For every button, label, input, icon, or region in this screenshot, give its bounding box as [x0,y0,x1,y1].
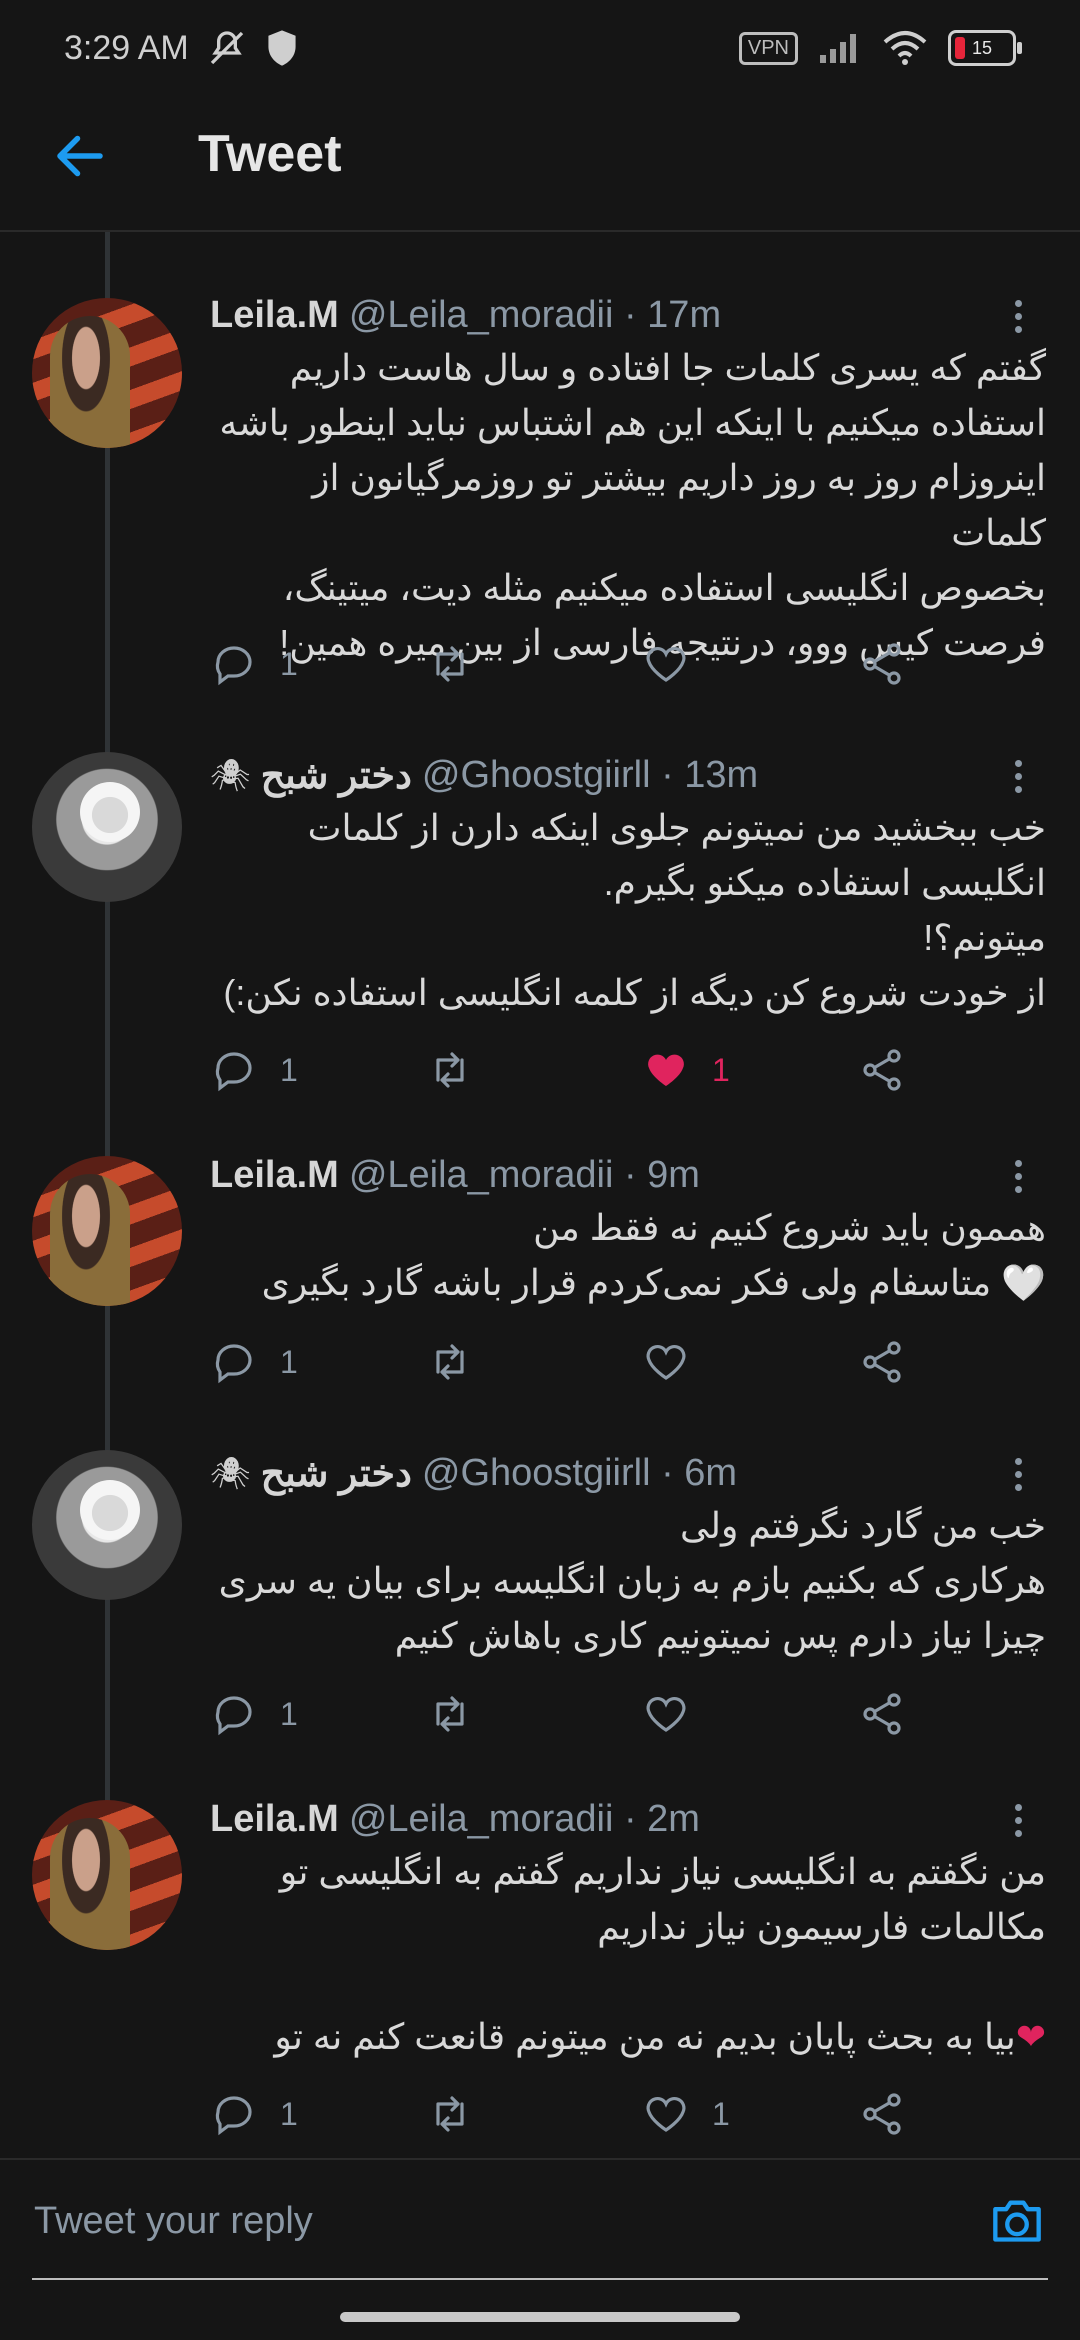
display-name[interactable]: دختر شبح [261,753,412,798]
battery-indicator: 15 [948,30,1022,66]
share-button[interactable] [858,1040,906,1100]
more-options-icon[interactable] [1006,754,1030,804]
handle-time: @Ghoostgiirll · 6m [421,1451,738,1494]
tweet-actions: 1 [210,1684,910,1744]
shield-icon [268,30,296,66]
tweet-header: Leila.M @Leila_moradii · 2m [210,1794,1016,1844]
share-button[interactable] [858,634,906,694]
reply-icon [215,1052,252,1092]
vpn-badge: VPN [738,31,798,65]
retweet-icon [436,1344,464,1380]
reply-input[interactable] [32,2160,966,2282]
heart-outline-icon [646,2097,686,2132]
tweet-header: 🕷 دختر شبح @Ghoostgiirll · 13m [210,750,1016,800]
avatar[interactable] [32,298,182,448]
tweet-text: هممون باید شروع کنیم نه فقط من 🤍 متاسفام… [261,1207,1046,1303]
red-heart-emoji: ❤ [1015,2016,1046,2057]
like-button[interactable]: 1 [642,2084,730,2144]
reply-button[interactable]: 1 [210,1332,298,1392]
heart-filled-icon [648,1054,684,1086]
page-title: Tweet [198,125,342,183]
share-button[interactable] [858,1684,906,1744]
status-bar: 3:29 AM VPN 15 [0,0,1080,96]
status-time: 3:29 AM [64,28,189,67]
reply-button[interactable]: 1 [210,634,298,694]
retweet-icon [436,1696,464,1732]
reply-icon [215,1344,252,1384]
back-arrow-icon[interactable] [50,126,110,186]
share-icon [863,2093,901,2135]
spider-emoji-icon: 🕷 [210,757,251,793]
like-button[interactable]: 1 [642,1040,730,1100]
share-icon [863,643,901,685]
share-icon [863,1693,901,1735]
display-name[interactable]: دختر شبح [261,1451,412,1496]
more-options-icon[interactable] [1006,294,1030,344]
reply-button[interactable]: 1 [210,1684,298,1744]
retweet-icon [436,1052,464,1088]
reply-composer [0,2158,1080,2282]
avatar[interactable] [32,1450,182,1600]
avatar[interactable] [32,1800,182,1950]
handle-time: @Leila_moradii · 17m [348,293,722,336]
retweet-button[interactable] [426,634,474,694]
reply-icon [215,646,252,686]
like-button[interactable] [642,1332,712,1392]
share-button[interactable] [858,1332,906,1392]
home-indicator[interactable] [340,2312,740,2322]
display-name[interactable]: Leila.M [210,1154,339,1197]
retweet-button[interactable] [426,1684,474,1744]
like-button[interactable] [642,1684,712,1744]
top-app-bar: Tweet [0,96,1080,232]
like-button[interactable] [642,634,712,694]
reply-button[interactable]: 1 [210,2084,298,2144]
signal-icon [820,34,856,63]
tweet-header: Leila.M @Leila_moradii · 9m [210,1150,1016,1200]
more-options-icon[interactable] [1006,1452,1030,1502]
tweet-text: خب من گارد نگرفتم ولی هرکاری که بکنیم با… [218,1505,1046,1656]
heart-outline-icon [646,1345,686,1380]
retweet-icon [436,646,464,682]
handle-time: @Ghoostgiirll · 13m [421,753,759,796]
display-name[interactable]: Leila.M [210,294,339,337]
tweet-text: خب ببخشید من نمیتونم جلوی اینکه دارن از … [223,807,1046,1013]
avatar[interactable] [32,752,182,902]
handle-time: @Leila_moradii · 2m [348,1797,700,1840]
heart-outline-icon [646,647,686,682]
retweet-button[interactable] [426,1040,474,1100]
tweet-actions: 1 [210,634,910,694]
white-heart-emoji: 🤍 [1001,1262,1046,1303]
retweet-button[interactable] [426,1332,474,1392]
spider-emoji-icon: 🕷 [210,1455,251,1491]
mute-bell-icon [210,31,243,65]
wifi-icon [883,31,927,65]
share-icon [863,1341,901,1383]
tweet-text: من نگفتم به انگلیسی نیاز نداریم گفتم به … [274,1851,1046,2057]
more-options-icon[interactable] [1006,1798,1030,1848]
handle-time: @Leila_moradii · 9m [348,1153,700,1196]
retweet-icon [436,2096,464,2132]
tweet-header: 🕷 دختر شبح @Ghoostgiirll · 6m [210,1448,1016,1498]
tweet-text: گفتم که یسری کلمات جا افتاده و سال هاست … [219,347,1046,663]
reply-underline [32,2278,1048,2280]
tweet-actions: 1 1 [210,2084,910,2144]
tweet-actions: 1 1 [210,1040,910,1100]
tweet-header: Leila.M @Leila_moradii · 17m [210,290,1016,340]
avatar[interactable] [32,1156,182,1306]
reply-icon [215,2096,252,2136]
share-icon [863,1049,901,1091]
heart-outline-icon [646,1697,686,1732]
tweet-actions: 1 [210,1332,910,1392]
reply-button[interactable]: 1 [210,1040,298,1100]
display-name[interactable]: Leila.M [210,1798,339,1841]
camera-icon[interactable] [988,2194,1046,2246]
share-button[interactable] [858,2084,906,2144]
reply-icon [215,1696,252,1736]
retweet-button[interactable] [426,2084,474,2144]
more-options-icon[interactable] [1006,1154,1030,1204]
